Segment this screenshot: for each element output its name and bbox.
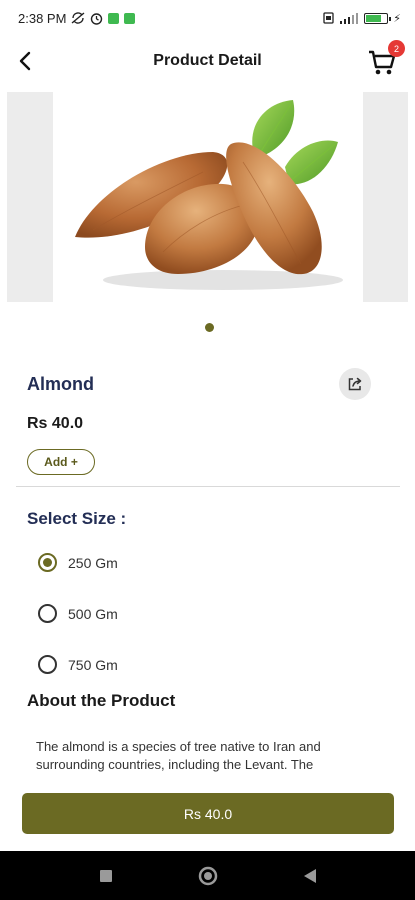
back-button[interactable] xyxy=(12,48,38,74)
product-price: Rs 40.0 xyxy=(27,415,84,432)
cart-button[interactable]: 2 xyxy=(365,40,405,78)
about-description: The almond is a species of tree native t… xyxy=(36,739,321,772)
alarm-icon xyxy=(90,12,103,25)
square-icon xyxy=(99,869,112,882)
battery-icon xyxy=(364,12,392,24)
product-name: Almond xyxy=(27,374,94,394)
recents-button[interactable] xyxy=(95,865,117,887)
status-right: ⚡ xyxy=(323,12,401,25)
about-heading: About the Product xyxy=(27,691,176,710)
radio-checked[interactable] xyxy=(38,553,57,572)
notification-app-icon xyxy=(124,12,136,24)
share-icon xyxy=(348,377,362,391)
size-label: 500 Gm xyxy=(68,605,118,622)
radio-unchecked[interactable] xyxy=(38,655,57,674)
home-button[interactable] xyxy=(197,865,219,887)
checkout-price-button[interactable]: Rs 40.0 xyxy=(22,793,394,834)
charging-icon: ⚡ xyxy=(393,12,401,25)
almonds-image xyxy=(75,100,343,290)
size-option-750[interactable]: 750 Gm xyxy=(38,655,118,674)
size-option-250[interactable]: 250 Gm xyxy=(38,553,118,572)
select-size-heading: Select Size : xyxy=(27,509,127,528)
circle-icon xyxy=(198,866,217,885)
signal-icon xyxy=(339,12,359,24)
gallery-page-dot[interactable] xyxy=(205,323,214,332)
system-nav-bar xyxy=(0,851,415,900)
back-nav-button[interactable] xyxy=(299,865,321,887)
divider xyxy=(16,486,400,487)
notification-app-icon xyxy=(108,12,120,24)
chevron-left-icon xyxy=(19,51,31,71)
sync-off-icon xyxy=(71,12,85,24)
status-left: 2:38 PM xyxy=(18,10,136,26)
app-header: Product Detail 2 xyxy=(0,36,415,86)
page-title: Product Detail xyxy=(153,52,262,69)
share-button[interactable] xyxy=(339,368,371,400)
size-label: 750 Gm xyxy=(68,656,118,673)
triangle-back-icon xyxy=(303,868,316,883)
size-option-500[interactable]: 500 Gm xyxy=(38,604,118,623)
add-to-cart-button[interactable]: Add + xyxy=(27,449,95,475)
product-image xyxy=(53,92,363,302)
status-bar: 2:38 PM ⚡ xyxy=(0,0,415,36)
product-image-gallery[interactable] xyxy=(7,92,408,302)
status-time: 2:38 PM xyxy=(18,10,67,26)
cart-count-badge: 2 xyxy=(388,40,405,57)
radio-unchecked[interactable] xyxy=(38,604,57,623)
size-label: 250 Gm xyxy=(68,554,118,571)
sim-icon xyxy=(323,12,334,24)
